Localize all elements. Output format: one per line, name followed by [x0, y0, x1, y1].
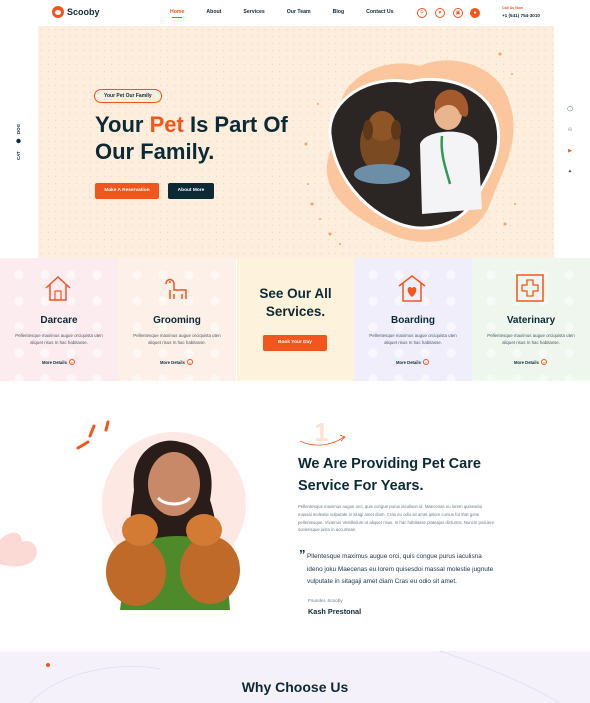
- dog-grooming-icon: [165, 278, 187, 299]
- hero-title-prefix: Your: [95, 112, 150, 137]
- nav-about[interactable]: About: [206, 9, 221, 15]
- why-choose-us-section: Why Choose Us: [0, 651, 590, 703]
- woman-face: [148, 452, 200, 516]
- services-section: Darcare Pellentesque maximus augue orciq…: [0, 258, 590, 381]
- more-details-link[interactable]: More Details ›: [160, 359, 193, 365]
- main-nav: Home About Services Our Team Blog Contac…: [170, 9, 416, 18]
- logo[interactable]: Scooby: [52, 6, 100, 18]
- hero-title-accent: Pet: [149, 112, 184, 137]
- call-label: Call Us Now: [502, 6, 523, 10]
- about-title-line1: We Are Providing Pet Care: [298, 456, 481, 472]
- arrow-right-icon: ›: [540, 359, 547, 365]
- quote-icon: ”: [299, 547, 306, 562]
- exam-table: [354, 164, 410, 184]
- pet-type-switch[interactable]: DOG CAT: [14, 120, 22, 170]
- nav-blog[interactable]: Blog: [333, 9, 345, 15]
- more-details-label: More Details: [396, 359, 421, 365]
- arrow-right-icon: ›: [186, 359, 193, 365]
- puppy-right: [180, 536, 240, 604]
- nav-contact-us[interactable]: Contact Us: [366, 9, 393, 15]
- service-card-boarding[interactable]: Boarding Pellentesque maximus augue orci…: [354, 258, 472, 381]
- year-number: 1: [314, 417, 328, 447]
- service-desc: Pellentesque maximus augue orciquista ut…: [133, 333, 221, 345]
- puppy-left: [106, 538, 166, 606]
- paw-logo-icon: [52, 6, 64, 18]
- more-details-label: More Details: [160, 359, 185, 365]
- service-title: Darcare: [40, 315, 78, 326]
- make-reservation-button[interactable]: Make A Reservation: [95, 183, 159, 199]
- hero-title: Your Pet Is Part Of Our Family.: [95, 111, 305, 165]
- accent-strokes-decoration: [76, 420, 110, 450]
- pink-blob-decoration: [0, 532, 37, 567]
- founder-role: Founder, Scooby: [308, 598, 343, 603]
- puppy-left-head: [122, 514, 158, 546]
- service-card-grooming[interactable]: Grooming Pellentesque maximus augue orci…: [118, 258, 236, 381]
- switch-cat-label: CAT: [16, 151, 21, 160]
- about-text: Pellentesque maximus augue orci, quis co…: [298, 504, 495, 533]
- page: Scooby Home About Services Our Team Blog…: [0, 0, 590, 703]
- nav-home[interactable]: Home: [170, 9, 184, 18]
- puppy-right-head: [186, 514, 222, 546]
- twitter-icon[interactable]: ✦: [567, 169, 573, 175]
- pet-house-icon: [398, 275, 426, 302]
- about-title: We Are Providing Pet Care Service For Ye…: [298, 453, 518, 497]
- more-details-label: More Details: [42, 359, 67, 365]
- more-details-link[interactable]: More Details ›: [42, 359, 75, 365]
- service-desc: Pellentesque maximus augue orciquista ut…: [369, 333, 457, 345]
- more-details-label: More Details: [514, 359, 539, 365]
- services-heading-line2: Services.: [265, 304, 326, 319]
- about-more-button[interactable]: About More: [168, 183, 214, 199]
- service-card-vaterinary[interactable]: Vaterinary Pellentesque maximus augue or…: [472, 258, 590, 381]
- service-title: Vaterinary: [506, 315, 556, 326]
- arrow-right-icon: ›: [68, 359, 75, 365]
- hero-section: Your Pet Our Family Your Pet Is Part Of …: [38, 26, 554, 258]
- why-decoration: [29, 651, 561, 703]
- service-card-darcare[interactable]: Darcare Pellentesque maximus augue orciq…: [0, 258, 118, 381]
- hero-tag: Your Pet Our Family: [94, 89, 162, 103]
- dog-icon: [16, 138, 21, 144]
- arrow-right-icon: ›: [422, 359, 429, 365]
- service-title: Grooming: [153, 315, 201, 326]
- woman-with-puppies-image: [76, 420, 246, 610]
- pet-switch-graphic: DOG CAT: [16, 123, 21, 160]
- cart-icon[interactable]: ▣: [453, 8, 463, 18]
- founder-quote: Pllentesque maximus augue orci, quis con…: [307, 553, 494, 585]
- more-details-link[interactable]: More Details ›: [514, 359, 547, 365]
- youtube-icon[interactable]: ▶: [567, 148, 573, 154]
- switch-dog-label: DOG: [16, 123, 21, 134]
- house-icon: [45, 275, 71, 301]
- pinterest-icon[interactable]: ☉: [567, 127, 573, 133]
- services-heading-card: See Our All Services. Book Your Day: [237, 258, 354, 381]
- call-number[interactable]: +1 (541) 754-3010: [502, 13, 540, 18]
- hero-pet-image: [304, 52, 516, 245]
- about-title-line2: Service For Years.: [298, 478, 424, 494]
- dog-ear-left: [363, 120, 373, 140]
- vet-coat: [420, 131, 482, 214]
- services-heading-line1: See Our All: [259, 286, 332, 301]
- nav-our-team[interactable]: Our Team: [287, 9, 311, 15]
- search-icon[interactable]: ⚲: [417, 8, 427, 18]
- services-heading: See Our All Services.: [237, 285, 354, 321]
- service-desc: Pellentesque maximus augue orciquista ut…: [15, 333, 103, 345]
- nav-services[interactable]: Services: [243, 9, 264, 15]
- more-details-link[interactable]: More Details ›: [396, 359, 429, 365]
- year-number-badge: 1: [299, 417, 346, 447]
- dog-ear-right: [391, 120, 401, 140]
- heart-icon[interactable]: ♥: [435, 8, 445, 18]
- why-choose-us-title: Why Choose Us: [241, 679, 349, 695]
- user-icon[interactable]: ●: [470, 8, 480, 18]
- book-your-day-button[interactable]: Book Your Day: [263, 335, 327, 351]
- service-desc: Pellentesque maximus augue orciquista ut…: [487, 333, 575, 345]
- medical-cross-icon: [516, 274, 544, 302]
- hero-title-line2: Our Family.: [95, 139, 215, 164]
- instagram-icon[interactable]: ◯: [567, 106, 573, 112]
- brand-name: Scooby: [67, 7, 100, 17]
- hero-title-suffix: Is Part Of: [183, 112, 288, 137]
- service-title: Boarding: [391, 315, 435, 326]
- site-header: Scooby Home About Services Our Team Blog…: [0, 0, 590, 26]
- founder-name: Kash Prestonal: [308, 607, 362, 616]
